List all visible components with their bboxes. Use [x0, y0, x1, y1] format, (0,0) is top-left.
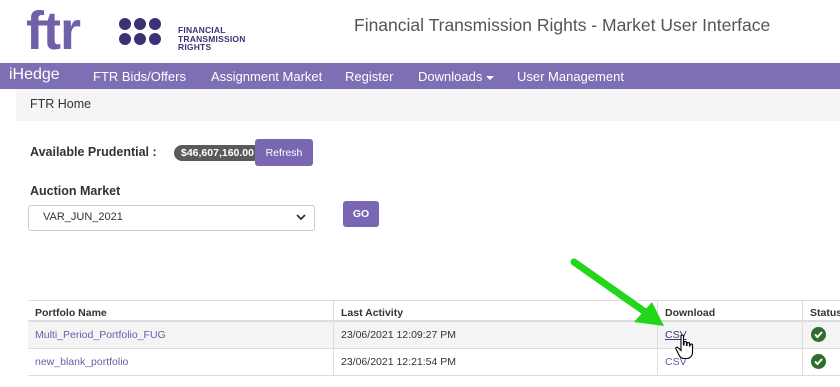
check-circle-icon	[811, 354, 826, 369]
portfolio-name-link[interactable]: new_blank_portfolio	[35, 356, 128, 368]
nav-item-assignment-market[interactable]: Assignment Market	[211, 69, 322, 84]
main-nav: iHedge FTR Bids/Offers Assignment Market…	[0, 63, 840, 89]
auction-market-select[interactable]: VAR_JUN_2021	[28, 205, 315, 231]
nav-item-user-management[interactable]: User Management	[517, 69, 624, 84]
logo-dots-icon	[119, 18, 161, 48]
column-header-status: Status	[802, 301, 840, 320]
table-row: Multi_Period_Portfolio_FUG 23/06/2021 12…	[28, 322, 840, 349]
app-header: ftr FINANCIAL TRANSMISSION RIGHTS Financ…	[0, 0, 840, 63]
app-title: Financial Transmission Rights - Market U…	[354, 15, 771, 35]
column-header-portfolio-name: Portfolo Name	[35, 307, 107, 319]
prudential-amount-badge: $46,607,160.00	[174, 145, 261, 161]
auction-market-selected-value: VAR_JUN_2021	[43, 211, 123, 223]
nav-item-downloads[interactable]: Downloads	[418, 69, 495, 84]
nav-item-downloads-label: Downloads	[418, 69, 483, 84]
go-button[interactable]: GO	[343, 201, 379, 227]
nav-item-ftr-bids-offers[interactable]: FTR Bids/Offers	[93, 69, 186, 84]
breadcrumb: FTR Home	[16, 89, 840, 121]
check-circle-icon	[811, 327, 826, 342]
auction-market-label: Auction Market	[30, 184, 121, 198]
table-header-row: Portfolo Name Last Activity Download Sta…	[28, 300, 840, 322]
breadcrumb-home[interactable]: FTR Home	[30, 97, 91, 111]
last-activity-cell: 23/06/2021 12:21:54 PM	[333, 349, 657, 375]
refresh-button[interactable]: Refresh	[255, 139, 313, 166]
nav-brand[interactable]: iHedge	[9, 66, 60, 84]
logo-letters: ftr	[26, 1, 81, 61]
nav-item-register[interactable]: Register	[345, 69, 393, 84]
logo-wordmark: FINANCIAL TRANSMISSION RIGHTS	[178, 25, 246, 52]
caret-down-icon	[486, 75, 495, 80]
annotation-arrow-icon	[570, 258, 664, 326]
prudential-label: Available Prudential :	[30, 145, 157, 159]
chevron-down-icon	[296, 214, 306, 221]
hand-cursor-icon	[675, 334, 694, 360]
portfolio-name-link[interactable]: Multi_Period_Portfolio_FUG	[35, 329, 166, 341]
table-row: new_blank_portfolio 23/06/2021 12:21:54 …	[28, 349, 840, 376]
